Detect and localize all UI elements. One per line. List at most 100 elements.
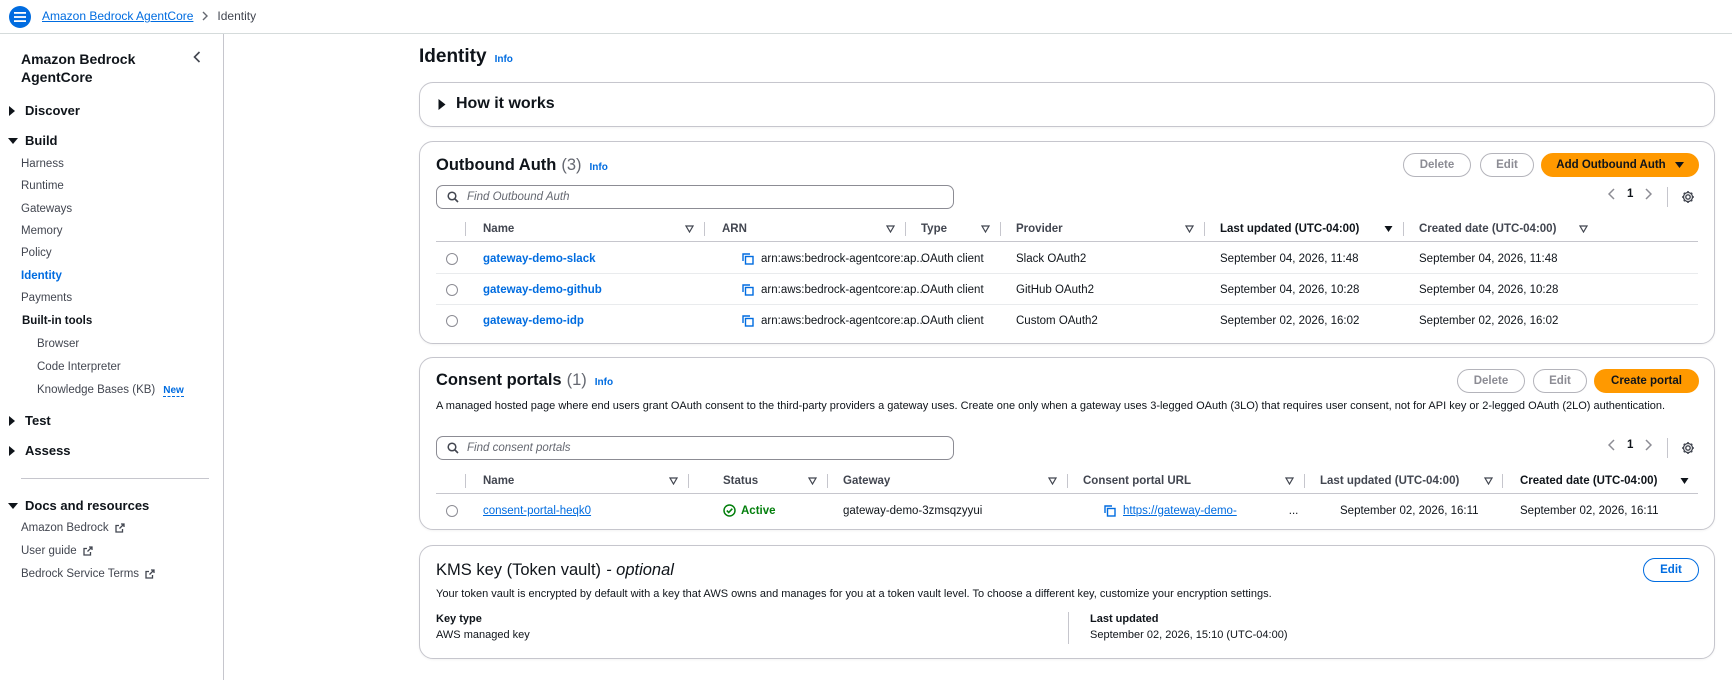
sidebar-section-discover[interactable]: Discover [8, 103, 80, 118]
caret-down-icon [8, 502, 20, 510]
sort-icon[interactable] [981, 225, 990, 233]
outbound-auth-search[interactable] [436, 185, 954, 209]
table-row[interactable]: consent-portal-heqk0 Active gateway-demo… [436, 495, 1698, 526]
info-link[interactable]: Info [495, 54, 513, 65]
column-header-created-date[interactable]: Created date (UTC-04:00) [1419, 216, 1556, 242]
sidebar-section-build[interactable]: Build [8, 133, 58, 148]
copy-icon[interactable] [742, 252, 754, 265]
sidebar-link-user-guide[interactable]: User guide [21, 545, 93, 557]
sort-icon[interactable] [886, 225, 895, 233]
delete-button[interactable]: Delete [1403, 153, 1471, 177]
row-radio[interactable] [446, 315, 458, 327]
gear-icon[interactable] [1681, 190, 1695, 204]
column-header-arn[interactable]: ARN [722, 216, 747, 242]
sidebar-item-policy[interactable]: Policy [21, 247, 52, 259]
auth-name-link[interactable]: gateway-demo-github [483, 274, 602, 305]
consent-url-link[interactable]: https://gateway-demo- [1123, 505, 1237, 517]
column-divider [827, 474, 828, 488]
column-header-type[interactable]: Type [921, 216, 947, 242]
sort-icon[interactable] [669, 477, 678, 485]
column-header-gateway[interactable]: Gateway [843, 468, 890, 494]
sort-descending-icon[interactable] [1384, 225, 1393, 233]
sort-icon[interactable] [1048, 477, 1057, 485]
chevron-left-icon[interactable] [1608, 188, 1615, 200]
table-row[interactable]: gateway-demo-slack arn:aws:bedrock-agent… [436, 243, 1698, 274]
kms-last-updated-value: September 02, 2026, 15:10 (UTC-04:00) [1090, 629, 1288, 641]
sidebar-item-gateways[interactable]: Gateways [21, 203, 72, 215]
edit-button[interactable]: Edit [1533, 369, 1587, 393]
kms-last-updated-label: Last updated [1090, 613, 1159, 625]
sidebar-item-payments[interactable]: Payments [21, 292, 72, 304]
column-header-name[interactable]: Name [483, 216, 514, 242]
sidebar-item-harness[interactable]: Harness [21, 158, 64, 170]
breadcrumb-agentcore[interactable]: Amazon Bedrock AgentCore [42, 9, 193, 23]
sort-icon[interactable] [1484, 477, 1493, 485]
column-header-status[interactable]: Status [723, 468, 758, 494]
copy-icon[interactable] [742, 314, 754, 327]
info-link[interactable]: Info [595, 377, 613, 388]
sidebar-item-identity[interactable]: Identity [21, 270, 62, 282]
sort-descending-icon[interactable] [1680, 477, 1689, 485]
sidebar-section-docs[interactable]: Docs and resources [8, 498, 149, 513]
chevron-left-icon[interactable] [193, 51, 201, 63]
kms-edit-button[interactable]: Edit [1643, 558, 1699, 582]
auth-name-link[interactable]: gateway-demo-idp [483, 305, 584, 336]
row-radio[interactable] [446, 253, 458, 265]
sort-icon[interactable] [1579, 225, 1588, 233]
how-it-works-toggle[interactable]: How it works [438, 95, 555, 113]
pager-divider [1667, 187, 1668, 207]
last-updated-cell: September 04, 2026, 11:48 [1220, 252, 1359, 265]
chevron-right-icon[interactable] [1645, 188, 1653, 200]
consent-portals-table-header: Name Status Gateway Consent portal URL L… [436, 468, 1698, 494]
table-row[interactable]: gateway-demo-github arn:aws:bedrock-agen… [436, 274, 1698, 305]
portal-name-link[interactable]: consent-portal-heqk0 [483, 495, 591, 526]
sidebar-item-runtime[interactable]: Runtime [21, 180, 64, 192]
row-radio[interactable] [446, 284, 458, 296]
page-number[interactable]: 1 [1627, 439, 1633, 451]
chevron-left-icon[interactable] [1608, 439, 1615, 451]
page-number[interactable]: 1 [1627, 188, 1633, 200]
sort-icon[interactable] [685, 225, 694, 233]
delete-button[interactable]: Delete [1457, 369, 1525, 393]
sidebar-item-code-interpreter[interactable]: Code Interpreter [37, 361, 121, 373]
column-header-provider[interactable]: Provider [1016, 216, 1063, 242]
chevron-right-icon[interactable] [1645, 439, 1653, 451]
column-divider [465, 474, 466, 488]
copy-icon[interactable] [742, 283, 754, 296]
sidebar-link-amazon-bedrock[interactable]: Amazon Bedrock [21, 522, 125, 534]
column-header-name[interactable]: Name [483, 468, 514, 494]
column-divider [704, 222, 705, 236]
top-navigation-bar: Amazon Bedrock AgentCore Identity [0, 0, 1732, 34]
consent-portals-panel: Consent portals (1) Info Delete Edit Cre… [419, 357, 1715, 530]
arn-cell: arn:aws:bedrock-agentcore:ap... [742, 305, 926, 336]
auth-name-link[interactable]: gateway-demo-slack [483, 243, 596, 274]
kms-optional: - optional [606, 561, 674, 579]
row-radio[interactable] [446, 505, 458, 517]
sidebar-item-browser[interactable]: Browser [37, 338, 79, 350]
outbound-auth-search-input[interactable] [467, 191, 937, 203]
sort-icon[interactable] [808, 477, 817, 485]
edit-button[interactable]: Edit [1480, 153, 1534, 177]
sidebar-item-knowledge-bases[interactable]: Knowledge Bases (KB) New [37, 384, 184, 397]
column-header-last-updated[interactable]: Last updated (UTC-04:00) [1220, 216, 1359, 242]
info-link[interactable]: Info [590, 162, 608, 173]
sidebar-item-memory[interactable]: Memory [21, 225, 63, 237]
outbound-auth-pagination: 1 [1608, 188, 1653, 200]
last-updated-cell: September 04, 2026, 10:28 [1220, 283, 1360, 296]
sort-icon[interactable] [1185, 225, 1194, 233]
menu-icon[interactable] [9, 6, 31, 28]
gear-icon[interactable] [1681, 441, 1695, 455]
sidebar-section-test[interactable]: Test [8, 413, 51, 428]
sidebar-link-service-terms[interactable]: Bedrock Service Terms [21, 568, 155, 580]
sort-icon[interactable] [1285, 477, 1294, 485]
column-header-last-updated[interactable]: Last updated (UTC-04:00) [1320, 468, 1459, 494]
consent-portals-search[interactable] [436, 436, 954, 460]
column-header-created-date[interactable]: Created date (UTC-04:00) [1520, 468, 1657, 494]
table-row[interactable]: gateway-demo-idp arn:aws:bedrock-agentco… [436, 305, 1698, 336]
consent-portals-search-input[interactable] [467, 442, 937, 454]
copy-icon[interactable] [1104, 504, 1116, 517]
column-header-consent-url[interactable]: Consent portal URL [1083, 468, 1191, 494]
sidebar-section-assess[interactable]: Assess [8, 443, 71, 458]
add-outbound-auth-button[interactable]: Add Outbound Auth [1541, 153, 1699, 177]
create-portal-button[interactable]: Create portal [1594, 369, 1699, 393]
